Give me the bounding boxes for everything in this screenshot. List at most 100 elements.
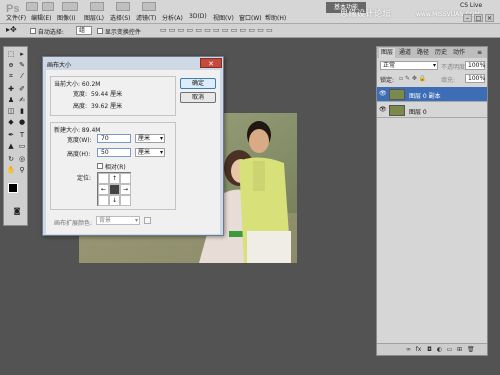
layer-row[interactable]: 👁 图层 0 [377, 103, 487, 118]
extension-color-swatch[interactable] [144, 217, 151, 224]
anchor-top-center[interactable]: ↑ [109, 173, 120, 184]
dialog-body: 当前大小: 60.2M 宽度: 59.44 厘米 高度: 39.62 厘米 新建… [46, 70, 220, 234]
shape-tool-icon[interactable]: ▭ [17, 142, 27, 151]
width-unit-select[interactable]: 厘米 ▾ [135, 134, 165, 143]
move-tool-icon[interactable]: ▸ [17, 50, 27, 59]
panel-menu-icon[interactable]: ≡ [477, 49, 482, 56]
menu-layer[interactable]: 图层(L) [84, 13, 104, 22]
auto-select-group: 自动选择: [30, 27, 64, 36]
crop-tool-icon[interactable]: ⌗ [6, 72, 16, 81]
history-brush-icon[interactable]: ✍ [17, 96, 27, 105]
menu-edit[interactable]: 编辑(E) [31, 13, 51, 22]
zoom-tool-icon[interactable]: ⚲ [17, 166, 27, 175]
eye-icon[interactable]: 👁 [379, 91, 387, 97]
stamp-tool-icon[interactable]: ♟ [6, 96, 16, 105]
auto-select-checkbox[interactable] [30, 28, 36, 34]
marquee-tool-icon[interactable]: ⬚ [6, 50, 16, 59]
lock-icons[interactable]: ▫ ✎ ✥ 🔒 [399, 75, 426, 82]
3d-rotate-icon[interactable]: ↻ [6, 155, 16, 164]
tab-layers[interactable]: 图层 [379, 48, 396, 58]
pen-tool-icon[interactable]: ✒ [6, 131, 16, 140]
anchor-middle-left[interactable]: ← [98, 184, 109, 195]
maximize-icon[interactable]: □ [474, 14, 483, 22]
gradient-tool-icon[interactable]: ▮ [17, 107, 27, 116]
arrange-icon[interactable] [116, 2, 130, 11]
tab-channels[interactable]: 通道 [397, 48, 413, 58]
ok-button[interactable]: 确定 [180, 78, 216, 89]
close-icon[interactable]: ✕ [200, 58, 222, 68]
relative-group: 相对(R) [97, 162, 126, 171]
blend-mode-value: 正常 [383, 62, 396, 69]
opacity-input[interactable]: 100% [465, 61, 485, 70]
hand-tool-icon[interactable]: ✋ [6, 166, 16, 175]
align-icons[interactable]: ▭ ▭ ▭ ▭ ▭ ▭ ▭ ▭ ▭ ▭ ▭ ▭ ▭ [160, 26, 273, 34]
layer-row[interactable]: 👁 图层 0 副本 [377, 87, 487, 102]
eraser-tool-icon[interactable]: ◫ [6, 107, 16, 116]
path-select-icon[interactable]: ▲ [6, 142, 16, 151]
anchor-top-right[interactable] [120, 173, 131, 184]
anchor-center[interactable] [109, 184, 120, 195]
3d-camera-icon[interactable]: ◎ [17, 155, 27, 164]
hand-icon[interactable] [90, 2, 104, 11]
anchor-top-left[interactable] [98, 173, 109, 184]
menu-view[interactable]: 视图(V) [213, 13, 234, 22]
relative-checkbox[interactable] [97, 163, 103, 169]
new-layer-icon[interactable]: ⊞ [456, 346, 463, 353]
tab-actions[interactable]: 动作 [451, 48, 467, 58]
tab-paths[interactable]: 路径 [415, 48, 431, 58]
anchor-bottom-center[interactable]: ↓ [109, 195, 120, 206]
anchor-bottom-right[interactable] [120, 195, 131, 206]
quick-select-icon[interactable]: ✎ [17, 61, 27, 70]
bridge-icon[interactable] [26, 2, 38, 11]
layer-name: 图层 0 [409, 109, 427, 116]
close-window-icon[interactable]: × [485, 14, 494, 22]
foreground-color-swatch[interactable] [8, 183, 18, 193]
trash-icon[interactable]: 🗑 [467, 346, 475, 353]
anchor-bottom-left[interactable] [98, 195, 109, 206]
type-tool-icon[interactable]: T [17, 131, 27, 140]
minimize-icon[interactable]: – [463, 14, 472, 22]
eye-icon[interactable]: 👁 [379, 107, 387, 113]
menu-help[interactable]: 帮助(H) [265, 13, 286, 22]
extension-color-select[interactable]: 背景 ▾ [96, 216, 140, 225]
cs-live-link[interactable]: CS Live [460, 2, 482, 9]
new-group-icon[interactable]: ▭ [446, 346, 453, 353]
height-input[interactable]: 50 [97, 148, 131, 157]
brush-tool-icon[interactable]: ✐ [17, 85, 27, 94]
anchor-grid[interactable]: ↑ ← → ↓ [97, 172, 131, 206]
new-size-label: 新建大小: 89.4M [54, 127, 101, 134]
eyedropper-icon[interactable]: ⁄ [17, 72, 27, 81]
quick-mask-icon[interactable]: ◙ [11, 207, 23, 216]
zoom-level-icon[interactable] [62, 2, 78, 11]
healing-brush-icon[interactable]: ✚ [6, 85, 16, 94]
menu-3d[interactable]: 3D(D) [189, 13, 207, 20]
menu-analysis[interactable]: 分析(A) [162, 13, 183, 22]
anchor-middle-right[interactable]: → [120, 184, 131, 195]
layer-mask-icon[interactable]: ◘ [426, 346, 433, 353]
menu-image[interactable]: 图像(I) [57, 13, 75, 22]
move-tool-icon[interactable]: ▸✥ [6, 25, 17, 34]
auto-select-dropdown[interactable]: 组 [76, 26, 92, 35]
adjustment-layer-icon[interactable]: ◐ [436, 346, 443, 353]
lasso-tool-icon[interactable]: ɵ [6, 61, 16, 70]
blur-tool-icon[interactable]: ◆ [6, 118, 16, 127]
screen-mode-icon[interactable] [142, 2, 156, 11]
show-transform-checkbox[interactable] [97, 28, 103, 34]
auto-select-label: 自动选择: [37, 29, 64, 36]
current-size-label: 当前大小: 60.2M [54, 81, 101, 88]
minibridge-icon[interactable] [42, 2, 54, 11]
current-size-group: 当前大小: 60.2M 宽度: 59.44 厘米 高度: 39.62 厘米 [50, 76, 176, 116]
width-input[interactable]: 70 [97, 134, 131, 143]
cancel-button[interactable]: 取消 [180, 92, 216, 103]
menu-select[interactable]: 选择(S) [110, 13, 131, 22]
height-unit-select[interactable]: 厘米 ▾ [135, 148, 165, 157]
menu-filter[interactable]: 滤镜(T) [136, 13, 156, 22]
dodge-tool-icon[interactable]: ● [17, 118, 27, 127]
blend-mode-select[interactable]: 正常 ▾ [380, 61, 438, 70]
fill-input[interactable]: 100% [465, 74, 485, 83]
link-layers-icon[interactable]: ∞ [405, 346, 412, 353]
tab-history[interactable]: 历史 [433, 48, 449, 58]
menu-file[interactable]: 文件(F) [6, 13, 26, 22]
menu-window[interactable]: 窗口(W) [239, 13, 262, 22]
layer-style-icon[interactable]: fx [415, 346, 422, 353]
